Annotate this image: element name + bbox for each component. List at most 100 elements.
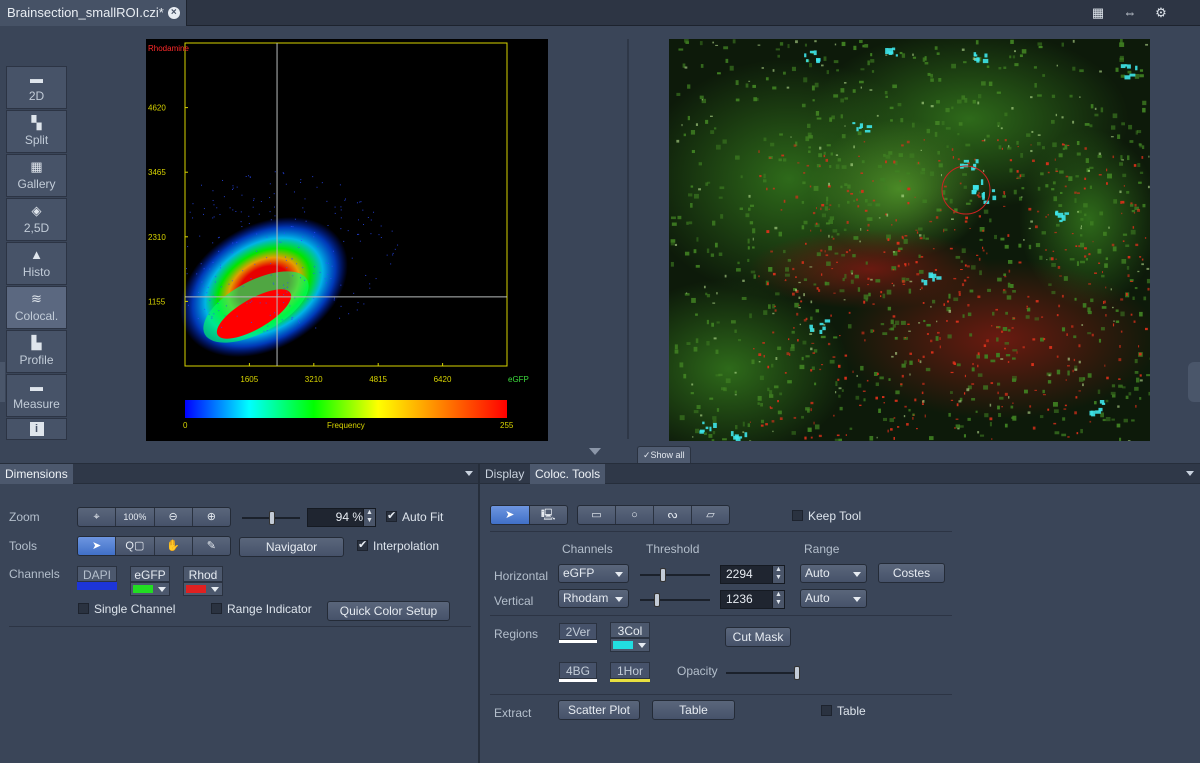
view-mode-profile-button[interactable]: ▙Profile — [6, 330, 67, 373]
left-panel-grip[interactable] — [0, 362, 5, 402]
view-mode-split-button[interactable]: ▚Split — [6, 110, 67, 153]
range-indicator-checkbox[interactable] — [211, 603, 222, 614]
auto-fit-checkbox[interactable] — [386, 511, 397, 522]
view-mode-gallery-button[interactable]: ▦Gallery — [6, 154, 67, 197]
channel-color-dropdown[interactable] — [183, 582, 223, 596]
vertical-channel-dropdown[interactable]: Rhodam — [558, 589, 629, 608]
horizontal-threshold-field[interactable]: 2294▲▼ — [720, 565, 785, 584]
single-channel-checkbox[interactable] — [78, 603, 89, 614]
density-point — [373, 212, 374, 213]
view-mode-2-5d-button[interactable]: ◈2,5D — [6, 198, 67, 241]
slider-knob[interactable] — [654, 593, 660, 607]
zoom-out-icon[interactable]: ⊖ — [155, 508, 193, 526]
polygon-roi-icon[interactable]: ▱ — [692, 506, 729, 524]
table-label: Table — [837, 704, 866, 718]
panel-divider[interactable] — [478, 464, 480, 763]
zoom-label: Zoom — [9, 510, 40, 524]
zoom-slider[interactable] — [242, 517, 300, 519]
rectangle-roi-icon[interactable]: ▭ — [578, 506, 616, 524]
density-point — [370, 233, 371, 234]
zoom-value-field[interactable]: 94 %▲▼ — [307, 508, 376, 527]
density-point — [315, 327, 316, 328]
freehand-roi-icon[interactable]: ᔓ — [654, 506, 692, 524]
channel-color-dropdown[interactable] — [130, 582, 170, 596]
fit-to-view-icon[interactable]: ⌖ — [78, 508, 116, 526]
zoom-100-button[interactable]: 100% — [116, 508, 154, 526]
vertical-threshold-slider[interactable] — [640, 599, 710, 601]
settings-gear-icon[interactable]: ⚙ — [1150, 5, 1172, 21]
density-point — [283, 294, 284, 295]
tab-display[interactable]: Display — [480, 464, 529, 484]
density-point — [201, 282, 202, 283]
channel-rhod[interactable]: Rhod — [183, 566, 223, 600]
costes-button[interactable]: Costes — [878, 563, 945, 583]
table-button[interactable]: Table — [652, 700, 735, 720]
right-panel-grip[interactable] — [1188, 362, 1200, 402]
density-point — [241, 221, 242, 222]
density-point — [198, 318, 199, 319]
density-point — [222, 180, 223, 181]
view-splitter[interactable] — [627, 39, 629, 439]
eyedropper-tool-icon[interactable]: ✎ — [193, 537, 230, 555]
vertical-range-dropdown[interactable]: Auto — [800, 589, 867, 608]
region-1hor[interactable]: 1Hor — [610, 662, 650, 682]
regions-label: Regions — [494, 627, 538, 641]
region-2ver[interactable]: 2Ver — [559, 623, 597, 643]
density-point — [363, 224, 364, 225]
document-tab[interactable]: Brainsection_smallROI.czi* × — [0, 0, 187, 26]
zoom-in-icon[interactable]: ⊕ — [193, 508, 230, 526]
circle-roi-icon[interactable]: ○ — [616, 506, 654, 524]
threshold-spinner[interactable]: ▲▼ — [772, 566, 784, 583]
density-point — [220, 265, 221, 266]
threshold-spinner[interactable]: ▲▼ — [772, 591, 784, 608]
view-mode-info-button[interactable]: i — [6, 418, 67, 440]
region-4bg[interactable]: 4BG — [559, 662, 597, 682]
horizontal-channel-dropdown[interactable]: eGFP — [558, 564, 629, 583]
x-tick-label: 1605 — [240, 375, 258, 384]
region-name: 3Col — [610, 622, 650, 638]
scatter-plot-button[interactable]: Scatter Plot — [558, 700, 640, 720]
pan-hand-tool-icon[interactable]: ✋ — [155, 537, 193, 555]
horizontal-range-dropdown[interactable]: Auto — [800, 564, 867, 583]
vertical-threshold-field[interactable]: 1236▲▼ — [720, 590, 785, 609]
panel-menu-arrow-icon[interactable] — [465, 471, 473, 476]
grid-layout-icon[interactable]: ▦ — [1087, 5, 1109, 21]
region-color-dropdown[interactable] — [610, 638, 650, 652]
slider-knob[interactable] — [660, 568, 666, 582]
region-3col[interactable]: 3Col — [610, 622, 650, 656]
pointer-tool-icon[interactable]: ➤ — [78, 537, 116, 555]
tab-dimensions[interactable]: Dimensions — [0, 464, 73, 484]
channel-egfp[interactable]: eGFP — [130, 566, 170, 600]
density-point — [307, 299, 308, 300]
view-mode-2d-button[interactable]: ▬2D — [6, 66, 67, 109]
navigator-button[interactable]: Navigator — [239, 537, 344, 557]
view-mode-measure-button[interactable]: ▬Measure — [6, 374, 67, 417]
slider-knob[interactable] — [794, 666, 800, 680]
zoom-slider-knob[interactable] — [269, 511, 275, 525]
interpolation-checkbox[interactable] — [357, 540, 368, 551]
density-point — [381, 225, 382, 226]
panel-menu-arrow-icon[interactable] — [1186, 471, 1194, 476]
channel-dapi[interactable]: DAPI — [77, 566, 117, 600]
close-tab-icon[interactable]: × — [168, 7, 180, 19]
quick-color-setup-button[interactable]: Quick Color Setup — [327, 601, 450, 621]
gallery-icon: ▦ — [29, 161, 45, 173]
view-mode-colocal-button[interactable]: ≋Colocal. — [6, 286, 67, 329]
colocalization-scatter-plot[interactable]: 16053210481564204620346523101155 Rhodami… — [146, 39, 548, 441]
fluorescence-image[interactable] — [669, 39, 1150, 441]
pointer-tool-icon[interactable]: ➤ — [491, 506, 530, 524]
table-checkbox[interactable] — [821, 705, 832, 716]
collapse-arrow-icon[interactable] — [589, 448, 601, 455]
cut-mask-button[interactable]: Cut Mask — [725, 627, 791, 647]
opacity-slider[interactable] — [726, 672, 800, 674]
monitor-tool-icon[interactable]: 🖳 — [530, 506, 568, 524]
show-all-toggle[interactable]: ✓Show all — [637, 446, 691, 463]
zoom-spinner[interactable]: ▲▼ — [363, 509, 375, 526]
split-view-icon[interactable]: ⇔ — [1119, 5, 1141, 21]
density-point — [219, 237, 220, 238]
tab-coloc-tools[interactable]: Coloc. Tools — [530, 464, 605, 484]
zoom-rect-tool-icon[interactable]: Q▢ — [116, 537, 154, 555]
keep-tool-checkbox[interactable] — [792, 510, 803, 521]
view-mode-histo-button[interactable]: ▲Histo — [6, 242, 67, 285]
horizontal-threshold-slider[interactable] — [640, 574, 710, 576]
